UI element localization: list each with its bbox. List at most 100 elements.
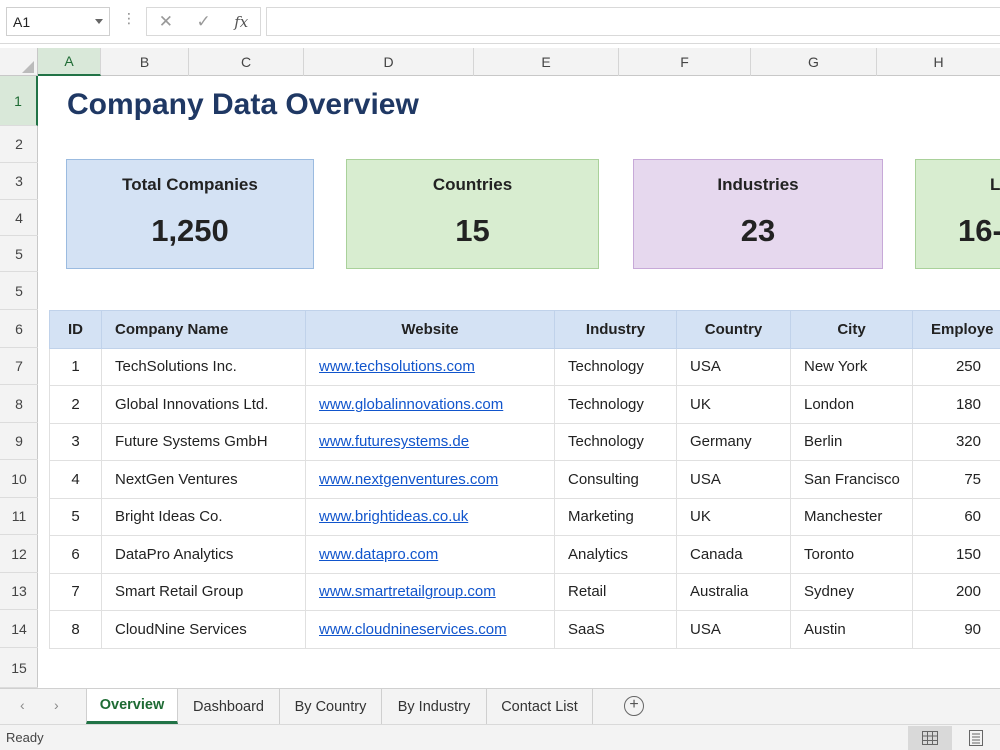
prev-sheet-icon[interactable]: ‹ [20,697,25,713]
cell-id[interactable]: 3 [49,422,102,461]
cell-industry[interactable]: SaaS [554,610,677,649]
tab-by-country[interactable]: By Country [280,689,382,724]
row-header-7[interactable]: 7 [0,348,38,385]
website-link[interactable]: www.smartretailgroup.com [319,583,496,600]
header-country[interactable]: Country [676,310,791,349]
tab-overview[interactable]: Overview [86,689,178,724]
cell-city[interactable]: Manchester [790,497,913,536]
tab-dashboard[interactable]: Dashboard [178,689,280,724]
cell-country[interactable]: UK [676,385,791,424]
cell-city[interactable]: London [790,385,913,424]
cell-company-name[interactable]: Global Innovations Ltd. [101,385,306,424]
formula-input[interactable] [266,7,1000,36]
header-city[interactable]: City [790,310,913,349]
cell-industry[interactable]: Retail [554,572,677,611]
column-header-e[interactable]: E [474,48,619,76]
name-box-dropdown-icon[interactable] [95,19,103,24]
website-link[interactable]: www.futuresystems.de [319,433,469,450]
cell-id[interactable]: 5 [49,497,102,536]
cell-employees[interactable]: 250 [912,347,1000,386]
header-id[interactable]: ID [49,310,102,349]
cell-industry[interactable]: Technology [554,422,677,461]
cell-company-name[interactable]: NextGen Ventures [101,460,306,499]
row-header-3[interactable]: 3 [0,163,38,200]
cell-city[interactable]: New York [790,347,913,386]
website-link[interactable]: www.techsolutions.com [319,358,475,375]
row-header-8[interactable]: 8 [0,385,38,423]
enter-icon[interactable]: ✓ [196,12,210,32]
cell-country[interactable]: Germany [676,422,791,461]
page-layout-view-button[interactable] [954,726,998,750]
header-industry[interactable]: Industry [554,310,677,349]
cell-city[interactable]: San Francisco [790,460,913,499]
row-header-5b[interactable]: 5 [0,272,38,310]
row-header-6[interactable]: 6 [0,310,38,348]
row-header-11[interactable]: 11 [0,498,38,535]
cell-id[interactable]: 2 [49,385,102,424]
cell-country[interactable]: USA [676,347,791,386]
column-header-a[interactable]: A [38,48,101,76]
cell-employees[interactable]: 90 [912,610,1000,649]
row-header-2[interactable]: 2 [0,126,38,163]
name-box[interactable]: A1 [6,7,110,36]
cell-employees[interactable]: 60 [912,497,1000,536]
header-employees[interactable]: Employe [912,310,1000,349]
next-sheet-icon[interactable]: › [54,697,59,713]
column-header-g[interactable]: G [751,48,877,76]
cell-industry[interactable]: Consulting [554,460,677,499]
cell-company-name[interactable]: CloudNine Services [101,610,306,649]
cell-country[interactable]: USA [676,610,791,649]
cell-id[interactable]: 7 [49,572,102,611]
website-link[interactable]: www.brightideas.co.uk [319,508,468,525]
cell-employees[interactable]: 180 [912,385,1000,424]
cell-id[interactable]: 1 [49,347,102,386]
cell-company-name[interactable]: DataPro Analytics [101,535,306,574]
column-header-f[interactable]: F [619,48,751,76]
formula-bar-more-icon[interactable]: ⋮ [122,10,136,27]
cell-employees[interactable]: 320 [912,422,1000,461]
normal-view-button[interactable] [908,726,952,750]
row-header-1[interactable]: 1 [0,76,38,126]
cell-industry[interactable]: Marketing [554,497,677,536]
website-link[interactable]: www.nextgenventures.com [319,471,498,488]
cell-company-name[interactable]: Future Systems GmbH [101,422,306,461]
cell-country[interactable]: Canada [676,535,791,574]
column-header-c[interactable]: C [189,48,304,76]
add-sheet-icon[interactable]: + [624,696,644,716]
row-header-12[interactable]: 12 [0,535,38,573]
cell-industry[interactable]: Technology [554,347,677,386]
cell-industry[interactable]: Analytics [554,535,677,574]
worksheet-grid[interactable]: Company Data Overview Total Companies 1,… [38,76,1000,688]
select-all-button[interactable] [0,48,38,76]
row-header-4[interactable]: 4 [0,200,38,236]
cell-employees[interactable]: 200 [912,572,1000,611]
cell-id[interactable]: 6 [49,535,102,574]
column-header-b[interactable]: B [101,48,189,76]
cell-country[interactable]: USA [676,460,791,499]
header-company-name[interactable]: Company Name [101,310,306,349]
website-link[interactable]: www.datapro.com [319,546,438,563]
row-header-10[interactable]: 10 [0,460,38,498]
cell-id[interactable]: 8 [49,610,102,649]
cell-company-name[interactable]: Smart Retail Group [101,572,306,611]
website-link[interactable]: www.globalinnovations.com [319,396,503,413]
row-header-5[interactable]: 5 [0,236,38,272]
cell-city[interactable]: Sydney [790,572,913,611]
cell-company-name[interactable]: TechSolutions Inc. [101,347,306,386]
tab-by-industry[interactable]: By Industry [382,689,487,724]
cell-employees[interactable]: 75 [912,460,1000,499]
insert-function-icon[interactable]: fx [234,13,248,31]
cell-city[interactable]: Berlin [790,422,913,461]
column-header-d[interactable]: D [304,48,474,76]
cancel-icon[interactable]: ✕ [159,12,173,32]
column-header-h[interactable]: H [877,48,1000,76]
row-header-9[interactable]: 9 [0,423,38,460]
cell-city[interactable]: Toronto [790,535,913,574]
cell-id[interactable]: 4 [49,460,102,499]
cell-country[interactable]: Australia [676,572,791,611]
cell-city[interactable]: Austin [790,610,913,649]
cell-industry[interactable]: Technology [554,385,677,424]
cell-country[interactable]: UK [676,497,791,536]
row-header-13[interactable]: 13 [0,573,38,610]
row-header-14[interactable]: 14 [0,610,38,648]
